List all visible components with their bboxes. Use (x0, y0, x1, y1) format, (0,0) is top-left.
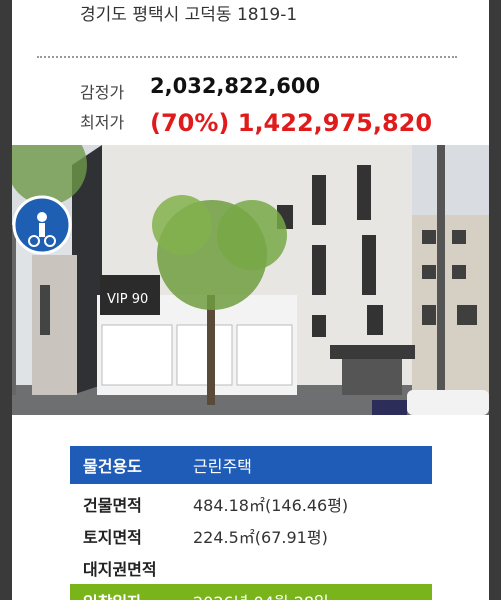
usage-row: 물건용도 근린주택 (70, 446, 432, 484)
storefront-sign: VIP 90 (107, 292, 148, 307)
appraisal-label: 감정가 (80, 83, 125, 102)
left-margin (0, 0, 12, 600)
dotted-divider (37, 56, 457, 58)
building-area-value: 484.18㎡(146.46평) (193, 496, 349, 515)
usage-value: 근린주택 (193, 457, 252, 476)
minimum-price-value: (70%) 1,422,975,820 (150, 109, 433, 137)
building-area-label: 건물면적 (83, 496, 142, 515)
property-info-table: 물건용도 근린주택 건물면적 484.18㎡(146.46평) 토지면적 224… (70, 446, 432, 600)
property-photo[interactable]: VIP 90 (12, 145, 489, 415)
building-area-row: 건물면적 484.18㎡(146.46평) (70, 488, 432, 520)
property-address: 경기도 평택시 고덕동 1819-1 (80, 5, 298, 25)
land-area-value: 224.5㎡(67.91평) (193, 528, 328, 547)
appraisal-value: 2,032,822,600 (150, 74, 321, 98)
bid-date-row: 입찰일자 2026년 04월 28일 (70, 584, 432, 600)
right-margin (489, 0, 501, 600)
land-area-label: 토지면적 (83, 528, 142, 547)
bid-date-value: 2026년 04월 28일 (193, 589, 329, 600)
bid-date-label: 입찰일자 (70, 589, 193, 600)
land-area-row: 토지면적 224.5㎡(67.91평) (70, 520, 432, 552)
minimum-price-label: 최저가 (80, 113, 125, 132)
land-right-area-label: 대지권면적 (83, 560, 157, 579)
land-right-area-row: 대지권면적 (70, 552, 432, 584)
usage-label: 물건용도 (83, 457, 142, 476)
auction-item-card: 경기도 평택시 고덕동 1819-1 감정가 2,032,822,600 최저가… (12, 0, 489, 600)
